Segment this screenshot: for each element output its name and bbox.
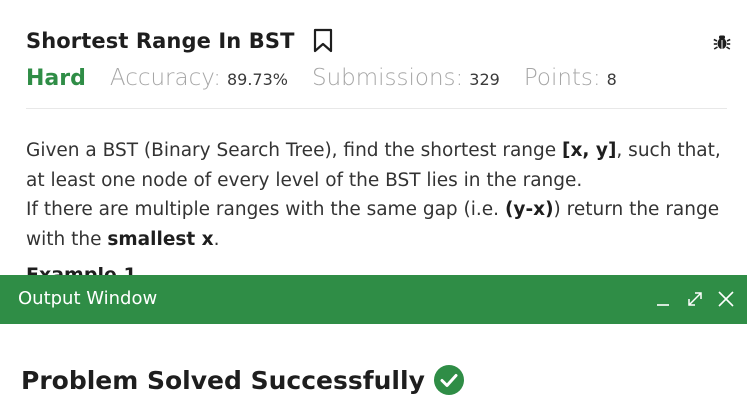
minimize-icon[interactable] <box>654 290 672 308</box>
divider <box>26 108 727 109</box>
output-window-body: Problem Solved Successfully <box>0 324 747 413</box>
description-bold-smallest: smallest x <box>107 228 214 250</box>
title-row: Shortest Range In BST <box>26 28 333 54</box>
output-window-title: Output Window <box>18 288 158 309</box>
description-text: If there are multiple ranges with the sa… <box>26 199 505 220</box>
problem-title: Shortest Range In BST <box>26 29 295 53</box>
problem-panel: Shortest Range In BST Hard Accuracy: 89.… <box>0 0 747 275</box>
close-icon[interactable] <box>717 290 735 308</box>
description-text: Given a BST (Binary Search Tree), find t… <box>26 140 563 161</box>
difficulty-badge: Hard <box>26 66 86 91</box>
description-bold-range: [x, y] <box>562 140 617 161</box>
bug-icon[interactable] <box>713 33 731 51</box>
example-heading: Example 1 <box>26 264 137 275</box>
result-row: Problem Solved Successfully <box>21 364 465 396</box>
description-bold-gap: (y-x) <box>504 199 554 220</box>
submissions-label: Submissions: <box>311 65 464 91</box>
submissions-value: 329 <box>469 70 500 89</box>
points-label: Points: <box>523 65 601 91</box>
problem-meta: Hard Accuracy: 89.73% Submissions: 329 P… <box>26 65 641 91</box>
result-message: Problem Solved Successfully <box>21 365 425 395</box>
bookmark-icon[interactable] <box>313 28 333 54</box>
check-circle-icon <box>433 364 465 396</box>
accuracy-value: 89.73% <box>226 70 288 89</box>
problem-description: Given a BST (Binary Search Tree), find t… <box>26 136 726 254</box>
output-window-header: Output Window <box>0 275 747 324</box>
expand-icon[interactable] <box>686 290 704 308</box>
accuracy-label: Accuracy: <box>109 65 221 91</box>
description-text: . <box>213 228 220 250</box>
points-value: 8 <box>606 70 617 89</box>
